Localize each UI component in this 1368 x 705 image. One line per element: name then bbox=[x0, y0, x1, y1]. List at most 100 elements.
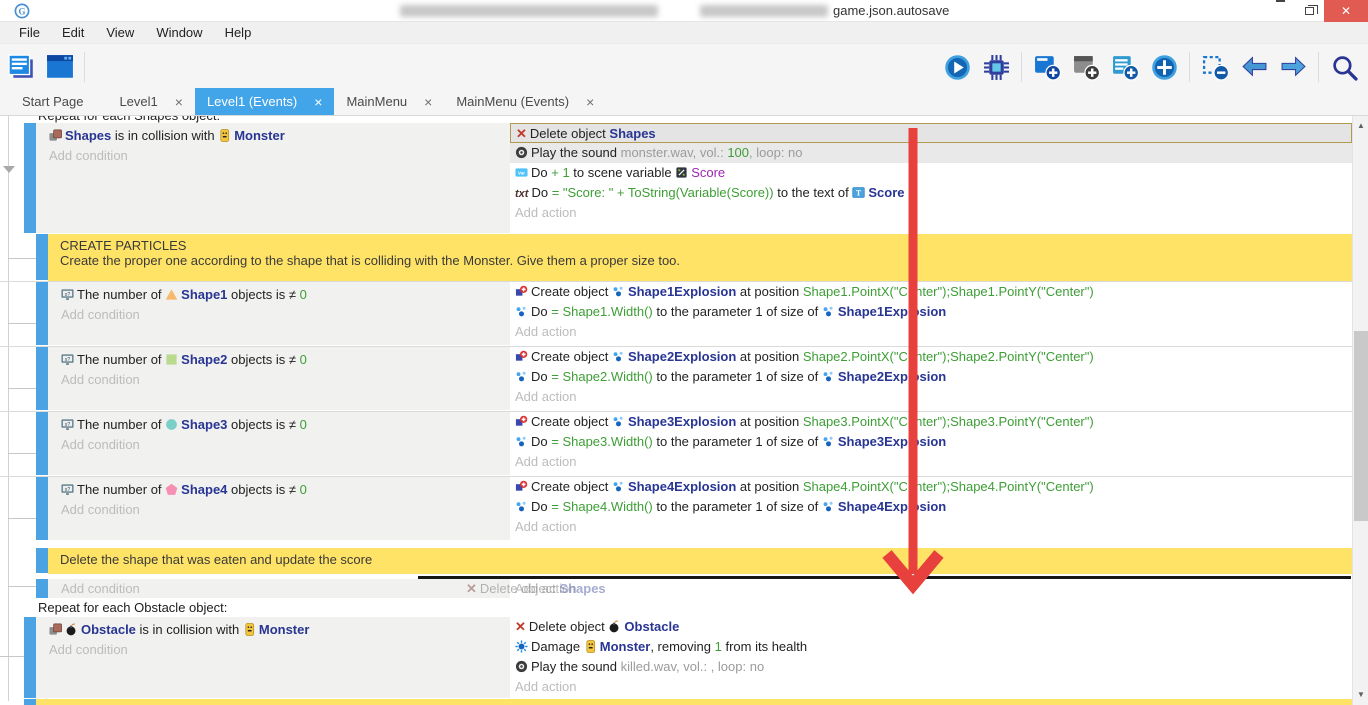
restore-icon bbox=[1305, 7, 1314, 15]
object-count-icon: x? bbox=[61, 483, 74, 496]
redo-icon[interactable] bbox=[1279, 53, 1307, 81]
add-action-link[interactable]: Add action bbox=[510, 517, 1352, 537]
event-repeat-header[interactable]: Repeat for each Obstacle object: bbox=[38, 599, 227, 617]
menu-edit[interactable]: Edit bbox=[51, 25, 95, 40]
action-set-size[interactable]: Do = Shape3.Width() to the parameter 1 o… bbox=[510, 432, 1352, 452]
add-condition-link[interactable]: Add condition bbox=[56, 370, 510, 390]
undo-icon[interactable] bbox=[1240, 53, 1268, 81]
add-sub-event-icon[interactable] bbox=[1072, 53, 1100, 81]
tab-mainmenu-events[interactable]: MainMenu (Events)× bbox=[444, 88, 606, 115]
action-create-explosion[interactable]: Create object Shape2Explosion at positio… bbox=[510, 347, 1352, 367]
add-condition-link[interactable]: Add condition bbox=[56, 435, 510, 455]
tab-level1-events[interactable]: Level1 (Events)× bbox=[195, 88, 335, 115]
add-event-icon[interactable] bbox=[1033, 53, 1061, 81]
close-button[interactable]: ✕ bbox=[1324, 0, 1368, 22]
tab-close-icon[interactable]: × bbox=[586, 94, 594, 110]
tab-start-page[interactable]: Start Page bbox=[10, 88, 95, 115]
condition-object-count[interactable]: x?The number of Shape2 objects is ≠ 0 bbox=[56, 350, 510, 370]
tab-close-icon[interactable]: × bbox=[314, 94, 322, 110]
comment-create-particles[interactable]: CREATE PARTICLES Create the proper one a… bbox=[0, 234, 1352, 281]
minimize-button[interactable] bbox=[1266, 0, 1295, 22]
project-manager-icon[interactable] bbox=[8, 53, 36, 81]
bomb-icon bbox=[65, 623, 78, 636]
tab-close-icon[interactable]: × bbox=[424, 94, 432, 110]
debug-icon[interactable] bbox=[982, 53, 1010, 81]
menu-file[interactable]: File bbox=[8, 25, 51, 40]
tab-level1[interactable]: Level1× bbox=[107, 88, 195, 115]
add-action-link[interactable]: Add action bbox=[510, 677, 1352, 697]
action-set-size[interactable]: Do = Shape1.Width() to the parameter 1 o… bbox=[510, 302, 1352, 322]
event-shape-check: x?The number of Shape3 objects is ≠ 0 Ad… bbox=[0, 411, 1352, 476]
action-create-explosion[interactable]: Create object Shape3Explosion at positio… bbox=[510, 412, 1352, 432]
monster-icon bbox=[218, 129, 231, 142]
svg-text:x?: x? bbox=[65, 487, 71, 493]
tab-mainmenu[interactable]: MainMenu× bbox=[334, 88, 444, 115]
tab-close-icon[interactable]: × bbox=[175, 94, 183, 110]
object-count-icon: x? bbox=[61, 418, 74, 431]
scroll-down-icon[interactable]: ▼ bbox=[1353, 687, 1368, 703]
particle-icon bbox=[515, 305, 528, 318]
add-condition-link[interactable]: Add condition bbox=[56, 500, 510, 520]
action-create-explosion[interactable]: Create object Shape1Explosion at positio… bbox=[510, 282, 1352, 302]
search-icon[interactable] bbox=[1330, 53, 1358, 81]
action-set-size[interactable]: Do = Shape4.Width() to the parameter 1 o… bbox=[510, 497, 1352, 517]
comment-delete-shape[interactable]: Delete the shape that was eaten and upda… bbox=[0, 548, 1352, 574]
action-set-size[interactable]: Do = Shape2.Width() to the parameter 1 o… bbox=[510, 367, 1352, 387]
add-condition-link[interactable]: Add condition bbox=[56, 579, 510, 599]
event-selection-bar[interactable] bbox=[24, 617, 36, 698]
event-selection-bar[interactable] bbox=[36, 412, 48, 475]
add-condition-link[interactable]: Add condition bbox=[44, 640, 510, 660]
action-scene-variable[interactable]: VarDo + 1 to scene variable Score bbox=[510, 163, 1352, 183]
action-play-sound[interactable]: Play the sound monster.wav, vol.: 100, l… bbox=[510, 143, 1352, 163]
condition-object-count[interactable]: x?The number of Shape3 objects is ≠ 0 bbox=[56, 415, 510, 435]
delete-selection-icon[interactable] bbox=[1201, 53, 1229, 81]
toolbar-right bbox=[943, 52, 1358, 82]
scene-editor-icon[interactable] bbox=[46, 53, 74, 81]
create-object-icon bbox=[515, 415, 528, 428]
scrollbar-thumb[interactable] bbox=[1354, 331, 1368, 521]
event-selection-bar[interactable] bbox=[36, 548, 48, 573]
action-set-text[interactable]: txtDo = "Score: " + ToString(Variable(Sc… bbox=[510, 183, 1352, 203]
particle-icon bbox=[515, 500, 528, 513]
action-play-sound[interactable]: Play the sound killed.wav, vol.: , loop:… bbox=[510, 657, 1352, 677]
add-condition-link[interactable]: Add condition bbox=[44, 146, 510, 166]
menu-view[interactable]: View bbox=[95, 25, 145, 40]
condition-collision[interactable]: Shapes is in collision with Monster bbox=[44, 126, 510, 146]
svg-text:G: G bbox=[18, 6, 25, 16]
action-create-explosion[interactable]: Create object Shape4Explosion at positio… bbox=[510, 477, 1352, 497]
event-selection-bar[interactable] bbox=[24, 123, 36, 233]
event-shape-check: x?The number of Shape4 objects is ≠ 0 Ad… bbox=[0, 476, 1352, 541]
svg-text:x?: x? bbox=[65, 357, 71, 363]
scroll-up-icon[interactable]: ▲ bbox=[1353, 118, 1368, 134]
menu-help[interactable]: Help bbox=[214, 25, 263, 40]
vertical-scrollbar: ▲ ▼ bbox=[1352, 116, 1368, 705]
event-selection-bar[interactable] bbox=[36, 347, 48, 410]
actions-cell: ✕Delete object Shapes Play the sound mon… bbox=[510, 123, 1352, 233]
add-action-link[interactable]: Add action bbox=[510, 452, 1352, 472]
toolbar-separator bbox=[84, 52, 85, 82]
condition-object-count[interactable]: x?The number of Shape1 objects is ≠ 0 bbox=[56, 285, 510, 305]
event-shape-check: x?The number of Shape2 objects is ≠ 0 Ad… bbox=[0, 346, 1352, 411]
event-selection-bar[interactable] bbox=[36, 234, 48, 280]
add-action-link[interactable]: Add action bbox=[510, 322, 1352, 342]
play-icon[interactable] bbox=[943, 53, 971, 81]
shape-icon bbox=[165, 353, 178, 366]
restore-button[interactable] bbox=[1295, 0, 1324, 22]
add-condition-link[interactable]: Add condition bbox=[56, 305, 510, 325]
drag-ghost-action: ✕Delete object Shapes bbox=[466, 579, 606, 599]
particle-icon bbox=[612, 480, 625, 493]
event-selection-bar[interactable] bbox=[36, 282, 48, 345]
add-action-link[interactable]: Add action bbox=[510, 203, 1352, 223]
condition-collision[interactable]: Obstacle is in collision with Monster bbox=[44, 620, 510, 640]
event-selection-bar[interactable] bbox=[36, 477, 48, 540]
action-delete-obstacle[interactable]: ✕Delete object Obstacle bbox=[510, 617, 1352, 637]
action-damage-monster[interactable]: Damage Monster, removing 1 from its heal… bbox=[510, 637, 1352, 657]
event-selection-bar[interactable] bbox=[36, 579, 48, 598]
add-action-link[interactable]: Add action bbox=[510, 387, 1352, 407]
condition-object-count[interactable]: x?The number of Shape4 objects is ≠ 0 bbox=[56, 480, 510, 500]
add-action-link[interactable]: Add action bbox=[510, 579, 1352, 599]
action-delete-shapes[interactable]: ✕Delete object Shapes bbox=[510, 123, 1352, 143]
add-icon[interactable] bbox=[1150, 53, 1178, 81]
add-comment-icon[interactable] bbox=[1111, 53, 1139, 81]
menu-window[interactable]: Window bbox=[145, 25, 213, 40]
